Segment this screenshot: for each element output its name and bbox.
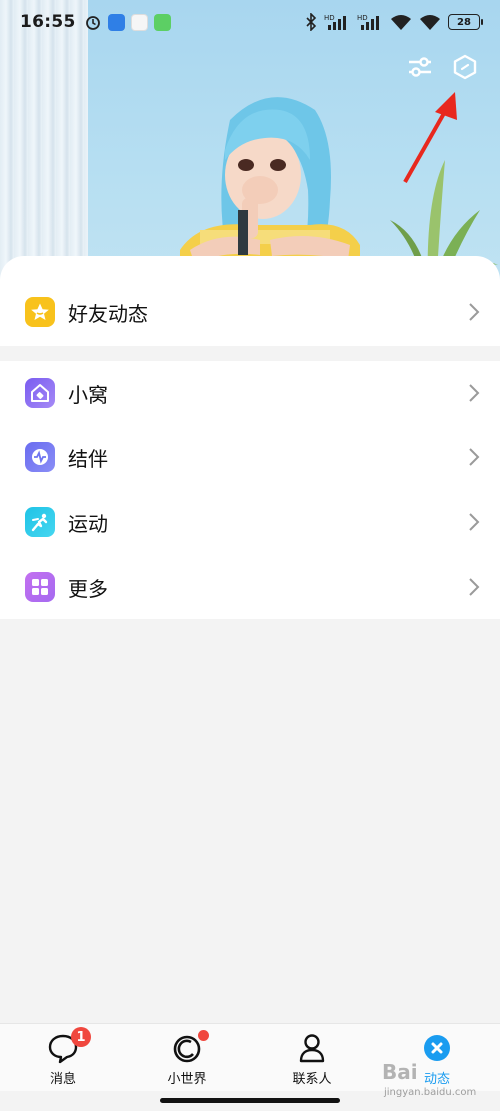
unread-badge: 1: [71, 1027, 91, 1047]
app-notification-icon: [153, 13, 171, 31]
tab-messages[interactable]: 1 消息: [18, 1027, 108, 1090]
chevron-right-icon: [469, 578, 480, 596]
status-time: 16:55: [20, 12, 76, 32]
grid-icon: [25, 572, 55, 602]
message-icon: 1: [47, 1027, 91, 1064]
chevron-right-icon: [469, 513, 480, 531]
tab-label: 消息: [49, 1072, 76, 1087]
profile-hero-background: [0, 0, 500, 300]
alarm-icon: [85, 16, 100, 30]
menu-row-more[interactable]: 更多: [0, 555, 500, 619]
menu-row-friends-feed[interactable]: 好友动态: [0, 280, 500, 344]
menu-row-label: 结伴: [68, 446, 108, 471]
hexagon-action-button[interactable]: [450, 52, 480, 82]
tab-label: 动态: [423, 1072, 450, 1087]
tab-label: 联系人: [292, 1072, 332, 1087]
tab-small-world[interactable]: 小世界: [142, 1030, 232, 1090]
menu-row-companion[interactable]: 结伴: [0, 425, 500, 489]
star-icon: [25, 297, 55, 327]
home-indicator[interactable]: [160, 1098, 340, 1103]
feature-menu-list: 小窝 结伴 运动 更多: [0, 361, 500, 619]
svg-text:HD: HD: [324, 14, 335, 22]
chevron-right-icon: [469, 448, 480, 466]
wifi-icon: [420, 15, 440, 30]
menu-row-label: 小窝: [68, 382, 108, 407]
friends-feed-panel: 好友动态: [0, 256, 500, 346]
menu-row-home[interactable]: 小窝: [0, 361, 500, 425]
svg-text:HD: HD: [357, 14, 368, 22]
battery-indicator: 28: [448, 14, 483, 30]
contact-icon: [296, 1032, 328, 1064]
notification-dot: [198, 1030, 209, 1041]
cellular-signal-icon: HD: [324, 14, 346, 30]
sliders-icon: [409, 57, 431, 77]
watermark-url: jingyan.baidu.com: [384, 1087, 477, 1098]
chevron-right-icon: [469, 384, 480, 402]
star-burst-icon: [421, 1032, 453, 1064]
app-notification-icon: [107, 13, 125, 31]
wifi-icon: [391, 15, 411, 30]
menu-row-label: 更多: [68, 576, 108, 601]
app-notification-icon: [130, 13, 148, 31]
menu-row-sports[interactable]: 运动: [0, 490, 500, 554]
chevron-right-icon: [469, 303, 480, 321]
settings-button[interactable]: [405, 52, 435, 82]
chat-wave-icon: [25, 442, 55, 472]
red-annotation-arrow: [403, 92, 457, 183]
home-icon: [25, 378, 55, 408]
bluetooth-icon: [306, 13, 317, 31]
tab-label: 小世界: [167, 1072, 207, 1087]
menu-row-label: 运动: [68, 511, 108, 536]
bottom-tab-bar: 1 消息 小世界 联系人 动态: [0, 1023, 500, 1091]
watermark-brand: Bai: [382, 1060, 418, 1084]
status-bar: 16:55 HD HD 28: [0, 0, 500, 44]
world-icon: [171, 1030, 209, 1064]
menu-row-label: 好友动态: [68, 301, 148, 326]
tab-contacts[interactable]: 联系人: [267, 1032, 357, 1090]
hexagon-icon: [453, 54, 477, 80]
runner-icon: [25, 507, 55, 537]
cellular-signal-icon: HD: [357, 14, 379, 30]
curtain-decoration: [0, 0, 88, 300]
